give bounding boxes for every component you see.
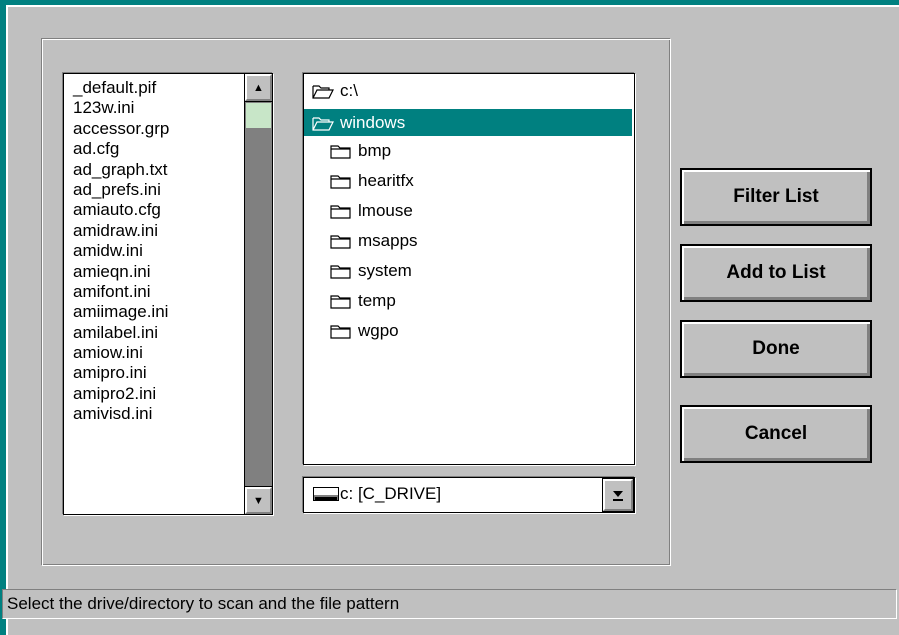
directory-item-label: c:\ <box>340 81 358 100</box>
directory-item-label: temp <box>358 291 396 310</box>
open-folder-icon <box>312 83 334 99</box>
directory-listbox[interactable]: c:\ windows bmp hearitfx lmouse msapps system t… <box>303 73 635 465</box>
folder-icon <box>330 263 352 279</box>
folder-icon <box>330 293 352 309</box>
directory-item-label: system <box>358 261 412 280</box>
cancel-button[interactable]: Cancel <box>680 405 872 463</box>
directory-item[interactable]: msapps <box>330 229 418 253</box>
directory-item-label: windows <box>340 112 406 132</box>
file-list-item[interactable]: amipro2.ini <box>73 384 238 404</box>
add-to-list-button[interactable]: Add to List <box>680 244 872 302</box>
directory-item[interactable]: c:\ <box>312 79 358 103</box>
dropdown-arrow-icon <box>613 491 623 501</box>
directory-item[interactable]: hearitfx <box>330 169 414 193</box>
directory-item[interactable]: bmp <box>330 139 391 163</box>
status-text: Select the drive/directory to scan and t… <box>7 594 400 613</box>
file-list-item[interactable]: ad_graph.txt <box>73 160 238 180</box>
open-folder-icon <box>312 115 334 131</box>
file-list-item[interactable]: _default.pif <box>73 78 238 98</box>
done-button[interactable]: Done <box>680 320 872 378</box>
file-list-item[interactable]: 123w.ini <box>73 98 238 118</box>
file-list-item[interactable]: accessor.grp <box>73 119 238 139</box>
file-list-scrollbar[interactable]: ▲ ▼ <box>244 74 272 514</box>
hard-drive-icon <box>313 487 339 501</box>
directory-item-label: hearitfx <box>358 171 414 190</box>
directory-item[interactable]: windows <box>304 109 632 136</box>
file-list-item[interactable]: amidraw.ini <box>73 221 238 241</box>
folder-icon <box>330 323 352 339</box>
file-list-item[interactable]: ad_prefs.ini <box>73 180 238 200</box>
file-list-item[interactable]: amifont.ini <box>73 282 238 302</box>
file-list-item[interactable]: amipro.ini <box>73 363 238 383</box>
file-listbox[interactable]: _default.pif 123w.ini accessor.grp ad.cfg ad… <box>63 73 273 515</box>
file-list-item[interactable]: amivisd.ini <box>73 404 238 424</box>
file-list-item[interactable]: amiauto.cfg <box>73 200 238 220</box>
directory-item-label: msapps <box>358 231 418 250</box>
arrow-down-icon: ▼ <box>253 494 264 507</box>
directory-item[interactable]: wgpo <box>330 319 399 343</box>
directory-item-label: wgpo <box>358 321 399 340</box>
filter-list-button[interactable]: Filter List <box>680 168 872 226</box>
status-bar: Select the drive/directory to scan and t… <box>2 589 897 619</box>
drive-dropdown-button[interactable] <box>602 478 634 512</box>
file-list-item[interactable]: amieqn.ini <box>73 262 238 282</box>
folder-icon <box>330 143 352 159</box>
drive-dropdown[interactable]: c: [C_DRIVE] <box>303 477 635 513</box>
scroll-up-button[interactable]: ▲ <box>244 74 272 102</box>
scroll-down-button[interactable]: ▼ <box>244 486 272 514</box>
file-list-item[interactable]: amiow.ini <box>73 343 238 363</box>
folder-icon <box>330 233 352 249</box>
file-list-item[interactable]: amidw.ini <box>73 241 238 261</box>
directory-item[interactable]: system <box>330 259 412 283</box>
directory-item-label: lmouse <box>358 201 413 220</box>
directory-item[interactable]: temp <box>330 289 396 313</box>
file-list-items: _default.pif 123w.ini accessor.grp ad.cfg ad… <box>73 78 238 425</box>
arrow-up-icon: ▲ <box>253 81 264 94</box>
folder-icon <box>330 173 352 189</box>
scroll-thumb[interactable] <box>245 102 272 129</box>
file-list-item[interactable]: amilabel.ini <box>73 323 238 343</box>
file-list-item[interactable]: ad.cfg <box>73 139 238 159</box>
drive-dropdown-value: c: [C_DRIVE] <box>340 484 442 503</box>
folder-icon <box>330 203 352 219</box>
directory-item[interactable]: lmouse <box>330 199 413 223</box>
file-list-item[interactable]: amiimage.ini <box>73 302 238 322</box>
directory-item-label: bmp <box>358 141 392 160</box>
